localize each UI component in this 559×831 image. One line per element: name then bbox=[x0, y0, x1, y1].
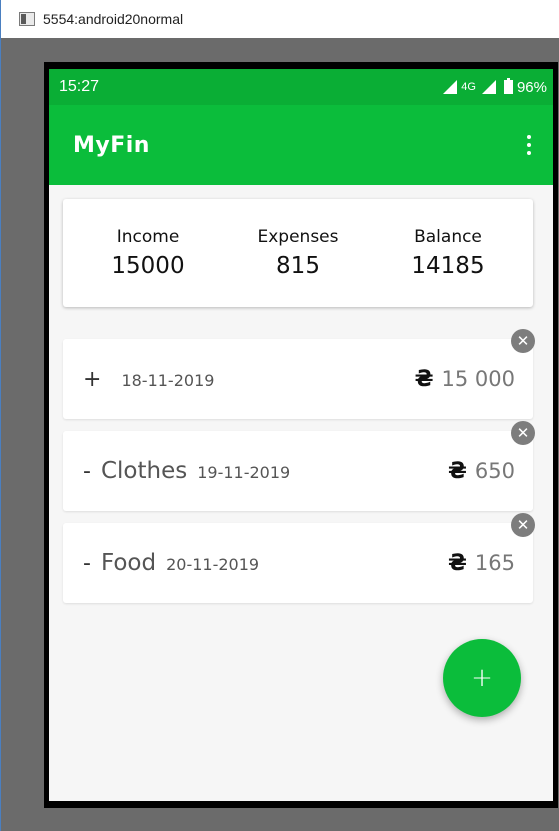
wifi-signal-icon bbox=[481, 80, 496, 94]
balance-value: 14185 bbox=[411, 253, 485, 279]
signal-icon bbox=[443, 80, 458, 94]
battery-level: 96% bbox=[516, 78, 547, 96]
status-bar: 15:27 4G 96% bbox=[49, 69, 553, 105]
entry-date: 20-11-2019 bbox=[166, 555, 260, 574]
balance-label: Balance bbox=[414, 227, 482, 247]
income-summary: Income 15000 bbox=[83, 227, 213, 279]
list-item[interactable]: - Food 20-11-2019 ₴ 165 ✕ bbox=[63, 513, 535, 603]
entry-amount-value: 15 000 bbox=[441, 367, 515, 391]
currency-icon: ₴ bbox=[448, 458, 467, 484]
close-icon[interactable]: ✕ bbox=[511, 421, 535, 445]
currency-icon: ₴ bbox=[414, 366, 434, 392]
income-label: Income bbox=[116, 227, 180, 247]
entry-amount-value: 165 bbox=[474, 551, 515, 575]
more-vert-icon[interactable] bbox=[521, 131, 537, 159]
device-screen: 15:27 4G 96% MyFin Income 15000 Expenses… bbox=[49, 69, 553, 801]
entry-date: 18-11-2019 bbox=[121, 370, 215, 390]
entry-category: Clothes bbox=[100, 458, 188, 484]
entry-amount-value: 650 bbox=[474, 459, 515, 483]
income-value: 15000 bbox=[111, 253, 185, 279]
close-icon[interactable]: ✕ bbox=[511, 513, 535, 537]
summary-card: Income 15000 Expenses 815 Balance 14185 bbox=[63, 199, 533, 307]
device-frame: 15:27 4G 96% MyFin Income 15000 Expenses… bbox=[44, 62, 558, 808]
network-type: 4G bbox=[461, 81, 476, 93]
entry-sign: - bbox=[83, 551, 91, 576]
entry-amount: ₴ 650 bbox=[448, 459, 515, 484]
app-bar: MyFin bbox=[49, 105, 553, 185]
entry-info: + 18-11-2019 bbox=[83, 367, 214, 392]
entry-date: 19-11-2019 bbox=[197, 463, 291, 482]
expenses-value: 815 bbox=[276, 253, 320, 279]
window-title: 5554:android20normal bbox=[43, 11, 184, 27]
list-item[interactable]: + 18-11-2019 ₴ 15 000 ✕ bbox=[63, 329, 535, 419]
battery-icon bbox=[503, 78, 513, 94]
close-icon[interactable]: ✕ bbox=[511, 329, 535, 353]
expenses-label: Expenses bbox=[257, 227, 339, 247]
status-icons: 4G 96% bbox=[443, 78, 547, 96]
currency-icon: ₴ bbox=[448, 550, 467, 576]
entry-amount: ₴ 165 bbox=[448, 551, 515, 576]
entry-sign: - bbox=[83, 459, 91, 484]
app-title: MyFin bbox=[73, 132, 150, 158]
entry-sign: + bbox=[83, 366, 102, 392]
emulator-window: 5554:android20normal 15:27 4G 96% MyFin bbox=[0, 0, 559, 831]
plus-icon: + bbox=[471, 663, 493, 693]
emulator-app-icon bbox=[19, 12, 35, 26]
balance-summary: Balance 14185 bbox=[383, 227, 513, 279]
status-time: 15:27 bbox=[59, 78, 100, 95]
entry-info: - Food 20-11-2019 bbox=[83, 550, 259, 576]
entry-category: Food bbox=[100, 550, 157, 576]
list-item[interactable]: - Clothes 19-11-2019 ₴ 650 ✕ bbox=[63, 421, 535, 511]
window-titlebar: 5554:android20normal bbox=[1, 0, 559, 38]
expenses-summary: Expenses 815 bbox=[233, 227, 363, 279]
entry-amount: ₴ 15 000 bbox=[415, 367, 515, 392]
entry-info: - Clothes 19-11-2019 bbox=[83, 458, 290, 484]
add-entry-button[interactable]: + bbox=[443, 639, 521, 717]
